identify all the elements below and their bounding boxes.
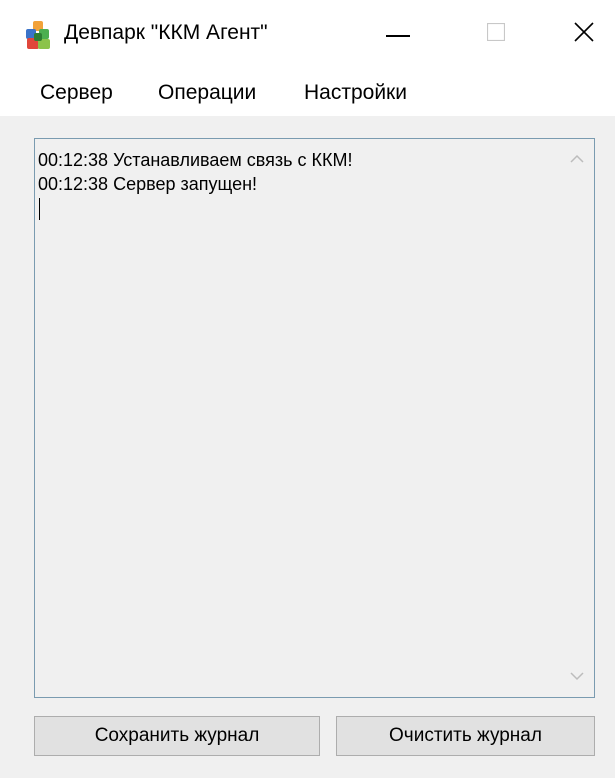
menu-item-server[interactable]: Сервер [34,76,119,110]
chevron-down-icon [570,668,584,686]
menu-item-operations[interactable]: Операции [152,76,262,110]
log-content: 00:12:38 Устанавливаем связь с ККМ! 00:1… [38,148,566,220]
log-line: 00:12:38 Устанавливаем связь с ККМ! [38,150,353,170]
minimize-button[interactable] [366,10,430,58]
clear-log-button[interactable]: Очистить журнал [336,716,595,756]
app-icon [24,20,52,50]
vertical-scrollbar[interactable] [560,139,594,697]
log-line: 00:12:38 Сервер запущен! [38,174,258,194]
log-textbox[interactable]: 00:12:38 Устанавливаем связь с ККМ! 00:1… [34,138,595,698]
menu-item-settings[interactable]: Настройки [298,76,413,110]
title-bar[interactable]: Девпарк "ККМ Агент" [0,0,615,70]
maximize-button[interactable] [464,10,528,58]
window-title: Девпарк "ККМ Агент" [64,21,268,44]
scroll-up-button[interactable] [560,139,594,179]
chevron-up-icon [570,150,584,168]
text-caret [39,198,40,220]
app-window: Девпарк "ККМ Агент" Сервер Операции Наст… [0,0,615,778]
menu-bar: Сервер Операции Настройки [0,70,615,116]
scroll-down-button[interactable] [560,657,594,697]
save-log-button[interactable]: Сохранить журнал [34,716,320,756]
close-icon [574,21,594,47]
maximize-icon [486,22,506,46]
close-button[interactable] [552,10,615,58]
minimize-icon [386,25,410,43]
